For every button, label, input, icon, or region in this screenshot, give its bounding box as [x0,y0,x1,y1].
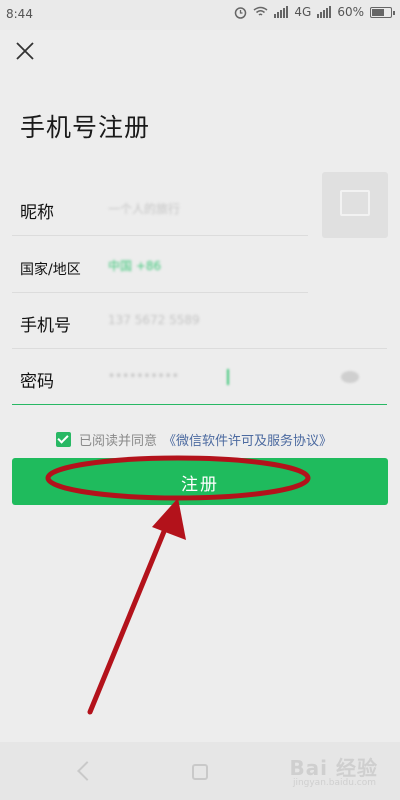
password-input[interactable]: •••••••••• [108,369,179,383]
eye-icon[interactable] [341,371,359,383]
battery-icon [370,6,395,18]
battery-percent: 60% [337,5,364,19]
divider [12,404,387,405]
camera-icon [340,190,370,216]
alarm-icon [235,6,247,19]
annotation-arrow-shaft [87,509,175,715]
nickname-input[interactable]: 一个人的旅行 [108,200,180,217]
signal-2-icon [317,6,332,18]
page-title: 手机号注册 [20,113,151,142]
watermark-url: jingyan.baidu.com [292,778,376,788]
network-type: 4G [294,5,312,19]
country-label: 国家/地区 [20,262,81,278]
phone-input[interactable]: 137 5672 5589 [108,313,200,327]
phone-label: 手机号 [20,316,71,336]
agreement-text: 已阅读并同意 [79,434,158,449]
bottom-nav: Bai 经验 jingyan.baidu.com [0,742,400,800]
agreement-row: 已阅读并同意 《微信软件许可及服务协议》 [56,430,332,449]
nickname-label: 昵称 [20,203,54,223]
watermark-logo: Bai 经验 [289,756,378,780]
country-value[interactable]: 中国 +86 [108,257,161,274]
back-nav-icon[interactable] [77,761,97,781]
status-icons: 4G 60% [234,5,395,19]
password-label: 密码 [20,372,54,392]
divider [12,235,308,236]
phone-row: 手机号 137 5672 5589 [12,293,387,349]
text-cursor [227,369,229,385]
password-row: 密码 •••••••••• [12,349,387,405]
nickname-row: 昵称 一个人的旅行 [12,180,308,236]
home-nav-icon[interactable] [192,764,208,780]
signal-icon [274,6,289,18]
status-time: 8:44 [6,7,33,21]
status-bar: 8:44 4G 60% [0,0,400,30]
wifi-icon [253,6,268,16]
agreement-link[interactable]: 《微信软件许可及服务协议》 [163,430,332,449]
country-row[interactable]: 国家/地区 中国 +86 [12,237,308,293]
avatar-upload[interactable] [322,172,388,238]
register-button[interactable]: 注册 [12,458,388,505]
agree-checkbox[interactable] [56,432,71,447]
close-icon[interactable] [14,40,36,62]
register-button-label: 注册 [181,475,219,495]
